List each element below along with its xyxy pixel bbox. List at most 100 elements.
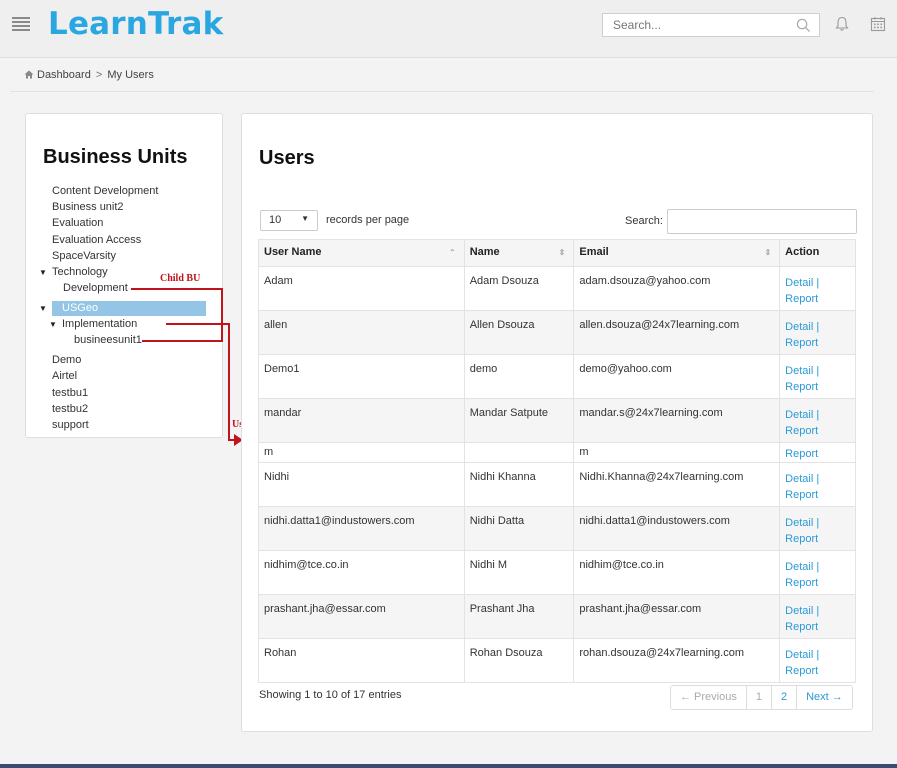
- cell-name: Allen Dsouza: [463, 310, 575, 355]
- report-link[interactable]: Report: [785, 665, 818, 677]
- bu-item-testbu1[interactable]: testbu1: [52, 387, 88, 399]
- detail-link[interactable]: Detail |: [785, 649, 819, 661]
- users-table: User Name ⌃ Name ⇕ Email ⇕ Action Adam Adam…: [258, 239, 856, 683]
- report-link[interactable]: Report: [785, 533, 818, 545]
- table-row: Demo1 demo demo@yahoo.com Detail | Report: [258, 354, 856, 399]
- report-link[interactable]: Report: [785, 621, 818, 633]
- global-search-input[interactable]: [603, 14, 783, 36]
- top-bar: LearnTrak: [0, 0, 897, 58]
- global-search: [602, 13, 820, 37]
- business-units-title: Business Units: [43, 146, 188, 168]
- breadcrumb-divider: [10, 91, 874, 92]
- annotation-line: [221, 288, 223, 342]
- detail-link[interactable]: Detail |: [785, 605, 819, 617]
- bu-toggle-usgeo[interactable]: [39, 302, 53, 314]
- cell-email: nidhi.datta1@industowers.com: [573, 506, 781, 551]
- footer-bar: [0, 764, 897, 768]
- bu-item-spacevarsity[interactable]: SpaceVarsity: [52, 250, 116, 262]
- cell-action: Detail | Report: [779, 506, 856, 551]
- annotation-child-bu: Child BU: [160, 273, 201, 284]
- cell-action: Detail | Report: [779, 638, 856, 683]
- annotation-line: [142, 340, 223, 342]
- records-per-page-select[interactable]: 10 ▼: [260, 210, 318, 231]
- breadcrumb: Dashboard > My Users: [24, 69, 154, 81]
- cell-username: Demo1: [258, 354, 465, 399]
- table-row: Rohan Rohan Dsouza rohan.dsouza@24x7lear…: [258, 638, 856, 683]
- search-icon[interactable]: [796, 18, 811, 33]
- bu-item-testbu2[interactable]: testbu2: [52, 403, 88, 415]
- column-header-user-name[interactable]: User Name ⌃: [258, 239, 465, 267]
- column-header-email[interactable]: Email ⇕: [573, 239, 781, 267]
- cell-name: Nidhi Datta: [463, 506, 575, 551]
- bu-item-support[interactable]: support: [52, 419, 89, 431]
- app-logo[interactable]: LearnTrak: [48, 6, 223, 42]
- bu-item-technology[interactable]: Technology: [39, 266, 108, 278]
- bu-selected-highlight[interactable]: USGeo: [52, 301, 206, 316]
- table-row: allen Allen Dsouza allen.dsouza@24x7lear…: [258, 310, 856, 355]
- report-link[interactable]: Report: [785, 381, 818, 393]
- table-row: nidhim@tce.co.in Nidhi M nidhim@tce.co.i…: [258, 550, 856, 595]
- bu-item-busineesunit1[interactable]: busineesunit1: [74, 334, 142, 346]
- users-title: Users: [259, 147, 315, 169]
- cell-username: nidhim@tce.co.in: [258, 550, 465, 595]
- cell-email: Nidhi.Khanna@24x7learning.com: [573, 462, 781, 507]
- table-row: nidhi.datta1@industowers.com Nidhi Datta…: [258, 506, 856, 551]
- detail-link[interactable]: Detail |: [785, 365, 819, 377]
- bu-item-airtel[interactable]: Airtel: [52, 370, 77, 382]
- detail-link[interactable]: Detail |: [785, 473, 819, 485]
- pagination-page-2[interactable]: 2: [771, 686, 798, 709]
- cell-action: Detail | Report: [779, 462, 856, 507]
- table-search-input[interactable]: [667, 209, 857, 234]
- pagination-next[interactable]: Next →: [797, 686, 852, 709]
- detail-link[interactable]: Detail |: [785, 561, 819, 573]
- bu-item-content-development[interactable]: Content Development: [52, 185, 158, 197]
- pagination-page-1[interactable]: 1: [746, 686, 772, 709]
- entries-info: Showing 1 to 10 of 17 entries: [259, 689, 402, 701]
- cell-email: adam.dsouza@yahoo.com: [573, 266, 781, 311]
- bu-item-development[interactable]: Development: [63, 282, 128, 294]
- bu-item-evaluation[interactable]: Evaluation: [52, 217, 103, 229]
- breadcrumb-dashboard-link[interactable]: Dashboard: [37, 69, 91, 81]
- report-link[interactable]: Report: [785, 577, 818, 589]
- breadcrumb-current: My Users: [107, 69, 154, 81]
- cell-name: Nidhi M: [463, 550, 575, 595]
- records-per-page-value: 10: [269, 214, 282, 226]
- report-link[interactable]: Report: [785, 293, 818, 305]
- detail-link[interactable]: Detail |: [785, 277, 819, 289]
- home-icon: [24, 70, 34, 79]
- column-header-label: Action: [785, 246, 820, 258]
- pagination-previous[interactable]: ← Previous: [671, 686, 747, 709]
- calendar-icon[interactable]: [870, 16, 886, 32]
- bu-item-demo[interactable]: Demo: [52, 354, 81, 366]
- annotation-line: [131, 288, 223, 290]
- cell-email: m: [573, 442, 781, 463]
- bu-item-evaluation-access[interactable]: Evaluation Access: [52, 234, 141, 246]
- column-header-action: Action: [779, 239, 856, 267]
- column-header-label: User Name: [264, 246, 322, 258]
- table-row: Adam Adam Dsouza adam.dsouza@yahoo.com D…: [258, 266, 856, 311]
- bell-icon[interactable]: [835, 16, 849, 32]
- users-panel: Users 10 ▼ records per page Search: User…: [241, 113, 873, 732]
- bu-selected-label: USGeo: [62, 302, 99, 314]
- table-row: mandar Mandar Satpute mandar.s@24x7learn…: [258, 398, 856, 443]
- report-link[interactable]: Report: [785, 448, 818, 460]
- menu-icon[interactable]: [12, 17, 30, 31]
- bu-item-implementation[interactable]: Implementation: [49, 318, 137, 330]
- caret-down-icon: ▼: [301, 214, 309, 223]
- report-link[interactable]: Report: [785, 425, 818, 437]
- bu-item-business-unit2[interactable]: Business unit2: [52, 201, 124, 213]
- table-row: prashant.jha@essar.com Prashant Jha pras…: [258, 594, 856, 639]
- cell-name: Adam Dsouza: [463, 266, 575, 311]
- cell-name: Prashant Jha: [463, 594, 575, 639]
- detail-link[interactable]: Detail |: [785, 517, 819, 529]
- records-per-page-label: records per page: [326, 214, 410, 226]
- column-header-name[interactable]: Name ⇕: [463, 239, 575, 267]
- cell-name: [463, 442, 575, 463]
- detail-link[interactable]: Detail |: [785, 321, 819, 333]
- report-link[interactable]: Report: [785, 489, 818, 501]
- report-link[interactable]: Report: [785, 337, 818, 349]
- cell-action: Detail | Report: [779, 266, 856, 311]
- detail-link[interactable]: Detail |: [785, 409, 819, 421]
- cell-username: mandar: [258, 398, 465, 443]
- annotation-line: [228, 323, 230, 441]
